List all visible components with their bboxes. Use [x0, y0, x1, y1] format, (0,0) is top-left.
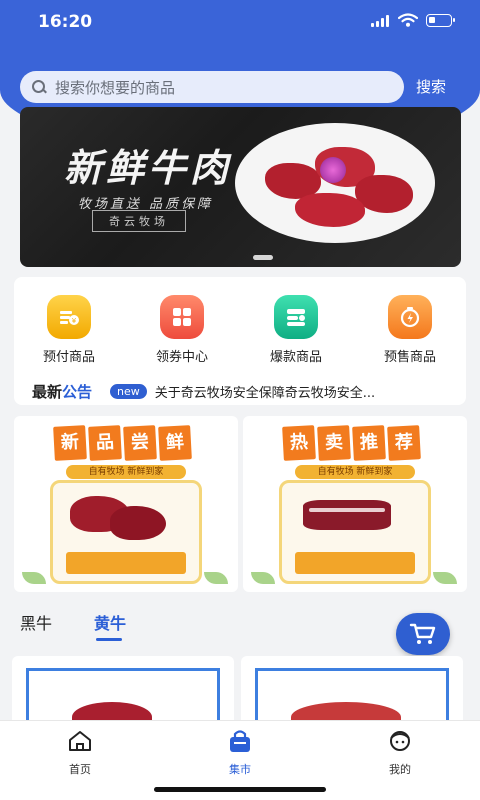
category-label: 预售商品	[383, 350, 436, 365]
notice-title-accent: 公告	[62, 382, 93, 401]
cart-button[interactable]	[396, 613, 450, 655]
profile-icon	[390, 731, 410, 751]
promo-title-char: 鲜	[158, 425, 192, 461]
search-input[interactable]: 搜索你想要的商品	[20, 71, 404, 103]
nav-profile[interactable]: 我的	[360, 729, 440, 777]
promo-title-char: 推	[352, 425, 386, 461]
signal-icon	[371, 15, 389, 27]
prepaid-icon: ¥	[47, 295, 91, 339]
svg-text:¥: ¥	[72, 317, 77, 325]
leaf-decoration	[22, 572, 46, 584]
category-coupon-center[interactable]: 领券中心	[142, 295, 222, 365]
promo-title: 热 卖 推 荐	[282, 425, 421, 461]
promo-new-arrivals[interactable]: 新 品 尝 鲜 自有牧场 新鲜到家	[14, 416, 238, 592]
leaf-decoration	[204, 572, 228, 584]
status-time: 16:20	[38, 12, 93, 32]
ribs-image	[299, 486, 395, 544]
battery-icon	[426, 14, 455, 27]
category-label: 预付商品	[42, 350, 95, 365]
leaf-decoration	[433, 572, 457, 584]
promo-title-char: 尝	[123, 425, 157, 461]
nav-label: 集市	[229, 763, 251, 776]
category-label: 爆款商品	[269, 350, 322, 365]
nav-home[interactable]: 首页	[40, 729, 120, 777]
promo-title-char: 品	[88, 425, 122, 461]
promo-subline: 自有牧场 新鲜到家	[295, 465, 415, 479]
home-indicator	[154, 787, 326, 792]
search-placeholder: 搜索你想要的商品	[55, 78, 176, 97]
home-icon	[69, 731, 91, 751]
nav-label: 我的	[389, 763, 411, 776]
promo-banner[interactable]: 新鲜牛肉 牧场直送 品质保障 奇云牧场	[20, 107, 461, 267]
banner-pager-dot[interactable]	[253, 255, 273, 260]
category-label: 领券中心	[155, 350, 208, 365]
search-button[interactable]: 搜索	[416, 76, 446, 97]
promo-subline: 自有牧场 新鲜到家	[66, 465, 186, 479]
active-tab-indicator	[96, 638, 122, 641]
tab-yellow-cattle[interactable]: 黄牛	[94, 610, 126, 634]
flower-garnish-image	[320, 157, 346, 183]
new-badge: new	[110, 383, 147, 399]
announcement-bar[interactable]: 最新 公告 new 关于奇云牧场安全保障奇云牧场安全...	[32, 381, 452, 401]
category-presale[interactable]: 预售商品	[370, 295, 450, 365]
hot-product-icon	[274, 295, 318, 339]
promo-title-char: 热	[282, 425, 316, 461]
leaf-decoration	[251, 572, 275, 584]
nav-market[interactable]: 集市	[200, 729, 280, 777]
coupon-center-icon	[160, 295, 204, 339]
search-icon	[32, 79, 47, 95]
steak-image	[70, 486, 166, 544]
tab-black-cattle[interactable]: 黑牛	[20, 610, 52, 634]
promo-title-char: 新	[53, 425, 87, 461]
category-prepaid[interactable]: ¥ 预付商品	[29, 295, 109, 365]
wifi-icon	[398, 13, 418, 27]
notice-title: 最新	[32, 382, 63, 401]
nav-label: 首页	[69, 763, 91, 776]
presale-icon	[388, 295, 432, 339]
promo-info-strip	[66, 552, 186, 574]
promo-info-strip	[295, 552, 415, 574]
status-bar: 16:20	[0, 0, 480, 44]
promo-title: 新 品 尝 鲜	[53, 425, 192, 461]
category-hot-products[interactable]: 爆款商品	[256, 295, 336, 365]
banner-tag: 奇云牧场	[92, 210, 186, 232]
promo-title-char: 荐	[387, 425, 421, 461]
market-bag-icon	[230, 730, 250, 752]
promo-hot-sale[interactable]: 热 卖 推 荐 自有牧场 新鲜到家	[243, 416, 467, 592]
notice-text[interactable]: 关于奇云牧场安全保障奇云牧场安全...	[155, 382, 375, 401]
banner-title: 新鲜牛肉	[64, 145, 233, 190]
cart-icon	[409, 623, 436, 644]
beef-plate-image	[235, 123, 435, 243]
promo-title-char: 卖	[317, 425, 351, 461]
category-card: ¥ 预付商品 领券中心 爆款商品 预售商品 最新 公告 new 关于奇云牧场安全…	[14, 277, 466, 405]
